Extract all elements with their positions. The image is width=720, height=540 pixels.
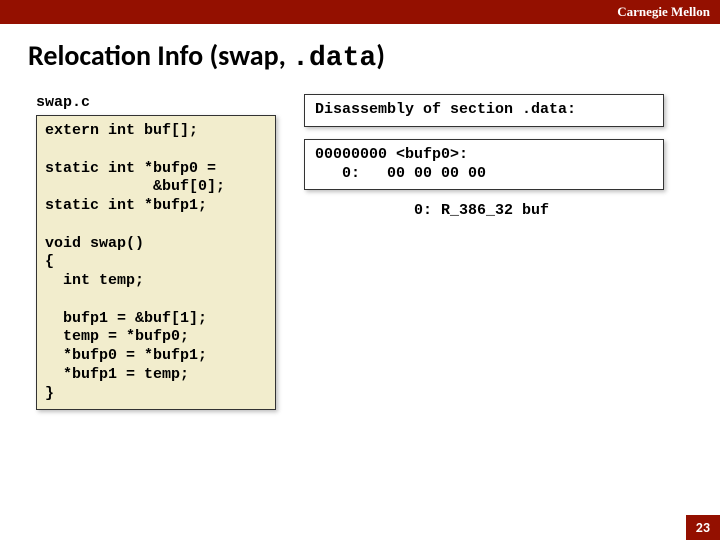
disassembly-header-box: Disassembly of section .data: (304, 94, 664, 127)
title-mono: .data (292, 43, 376, 74)
content-area: swap.c extern int buf[]; static int *buf… (0, 74, 720, 410)
title-suffix: ) (376, 38, 385, 73)
title-prefix: Relocation Info (swap, (28, 38, 292, 73)
top-bar: Carnegie Mellon (0, 0, 720, 24)
source-code-box: extern int buf[]; static int *bufp0 = &b… (36, 115, 276, 410)
brand-label: Carnegie Mellon (617, 4, 710, 20)
page-number: 23 (686, 515, 720, 540)
left-column: swap.c extern int buf[]; static int *buf… (36, 94, 276, 410)
relocation-entry: 0: R_386_32 buf (304, 202, 664, 219)
disassembly-body-box: 00000000 <bufp0>: 0: 00 00 00 00 (304, 139, 664, 191)
slide-title: Relocation Info (swap, .data) (0, 24, 720, 74)
source-filename: swap.c (36, 94, 276, 111)
right-column: Disassembly of section .data: 00000000 <… (304, 94, 664, 219)
